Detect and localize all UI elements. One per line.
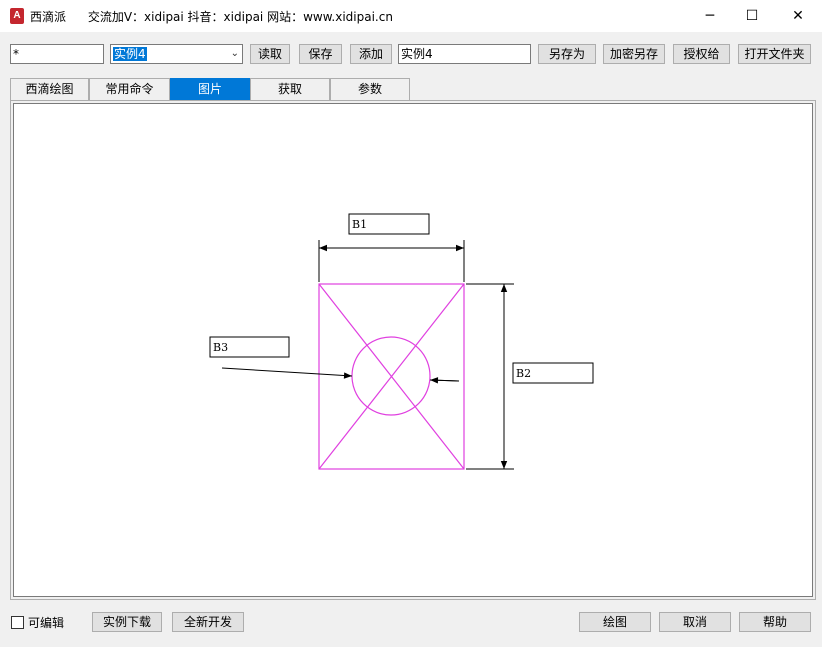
cancel-button[interactable]: 取消 xyxy=(659,612,731,632)
authorize-button[interactable]: 授权给 xyxy=(673,44,730,64)
maximize-button[interactable]: ☐ xyxy=(729,0,775,32)
encrypt-saveas-button[interactable]: 加密另存 xyxy=(603,44,665,64)
saveas-button[interactable]: 另存为 xyxy=(538,44,596,64)
tab-common-commands[interactable]: 常用命令 xyxy=(89,78,170,100)
tab-params[interactable]: 参数 xyxy=(330,78,410,100)
b3-label: B3 xyxy=(213,341,228,354)
b2-label: B2 xyxy=(516,367,531,380)
app-icon: A xyxy=(10,8,24,24)
app-title: 西滴派 xyxy=(30,10,67,24)
draw-button[interactable]: 绘图 xyxy=(579,612,651,632)
part-shape xyxy=(318,283,465,470)
drawing-canvas: B1 B2 B3 xyxy=(13,103,813,597)
dimension-b1 xyxy=(318,240,465,282)
dimension-b2 xyxy=(466,283,514,470)
name-input[interactable]: 实例4 xyxy=(398,44,531,64)
minimize-button[interactable]: ─ xyxy=(687,0,733,32)
add-button[interactable]: 添加 xyxy=(350,44,392,64)
drawing-svg: B1 B2 B3 xyxy=(209,213,594,470)
editable-checkbox[interactable] xyxy=(11,616,24,629)
contact-info: 交流加V：xidipai 抖音：xidipai 网站：www.xidipai.c… xyxy=(87,10,393,24)
save-button[interactable]: 保存 xyxy=(299,44,342,64)
chevron-down-icon[interactable]: ⌄ xyxy=(231,45,239,63)
tab-image[interactable]: 图片 xyxy=(170,78,250,100)
title-bar: A 西滴派 交流加V：xidipai 抖音：xidipai 网站：www.xid… xyxy=(0,0,822,32)
example-combo[interactable]: 实例4 ⌄ xyxy=(110,44,243,64)
window-title: 西滴派 交流加V：xidipai 抖音：xidipai 网站：www.xidip… xyxy=(30,8,393,25)
tab-fetch[interactable]: 获取 xyxy=(250,78,330,100)
dimension-b3 xyxy=(221,367,460,384)
editable-label: 可编辑 xyxy=(28,616,65,630)
combo-selected-value: 实例4 xyxy=(113,47,147,61)
close-button[interactable]: ✕ xyxy=(775,0,821,32)
help-button[interactable]: 帮助 xyxy=(739,612,811,632)
filter-input[interactable]: * xyxy=(10,44,104,64)
b1-label: B1 xyxy=(352,218,367,231)
open-folder-button[interactable]: 打开文件夹 xyxy=(738,44,811,64)
example-download-button[interactable]: 实例下载 xyxy=(92,612,162,632)
tab-xidi-drawing[interactable]: 西滴绘图 xyxy=(10,78,89,100)
new-dev-button[interactable]: 全新开发 xyxy=(172,612,244,632)
read-button[interactable]: 读取 xyxy=(250,44,290,64)
